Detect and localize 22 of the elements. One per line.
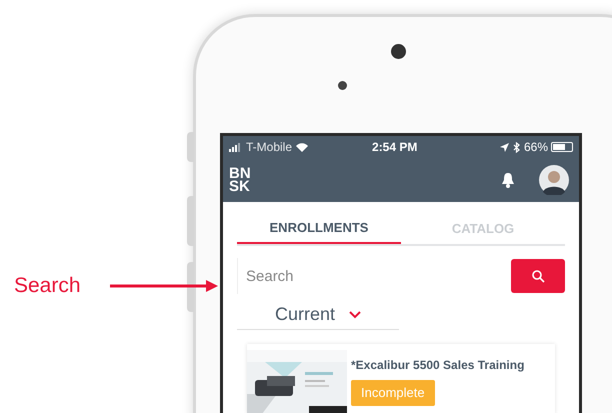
annotation-label: Search: [14, 273, 81, 299]
status-badge: Incomplete: [351, 380, 435, 406]
status-time: 2:54 PM: [372, 139, 418, 156]
course-card[interactable]: *Excalibur 5500 Sales Training Incomplete: [247, 344, 555, 413]
location-icon: [500, 142, 509, 152]
battery-icon: [551, 142, 573, 152]
logo: BN SK: [229, 167, 251, 193]
search-button[interactable]: [511, 259, 565, 293]
avatar[interactable]: [539, 165, 569, 195]
arrow-icon: [110, 279, 220, 293]
bell-icon[interactable]: [501, 172, 515, 188]
search-field[interactable]: Search: [237, 258, 487, 294]
course-title: *Excalibur 5500 Sales Training: [351, 357, 524, 374]
caret-icon: [349, 310, 362, 318]
search-icon: [532, 270, 544, 282]
battery-percent: 66%: [524, 139, 548, 156]
tab[interactable]: ENROLLMENTS: [237, 214, 401, 244]
signal-icon: [229, 142, 243, 152]
filter-dropdown[interactable]: Current: [237, 300, 399, 330]
wifi-icon: [296, 142, 308, 152]
carrier-label: T-Mobile: [246, 139, 292, 156]
bluetooth-icon: [512, 142, 520, 152]
